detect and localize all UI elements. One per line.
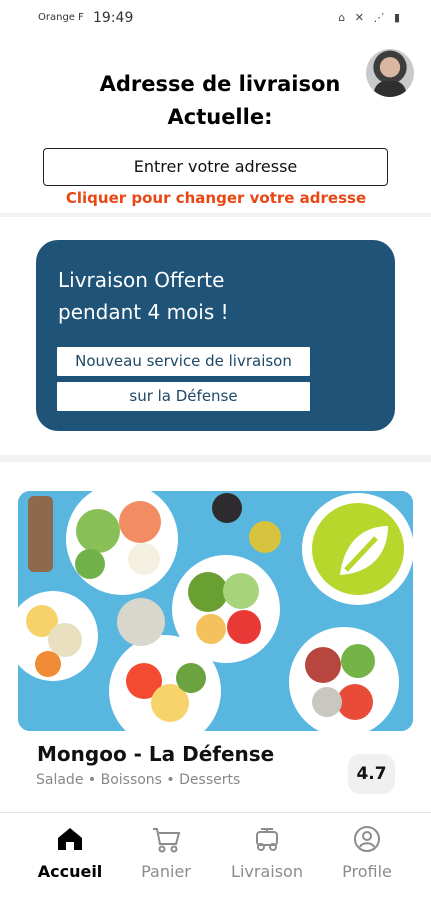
promo-banner[interactable]: Livraison Offerte pendant 4 mois ! Nouve…	[36, 240, 395, 431]
bottle	[28, 496, 53, 572]
food-illustration	[18, 491, 413, 731]
nav-cart-label: Panier	[141, 862, 191, 881]
restaurant-food-image	[18, 491, 413, 731]
profile-icon	[354, 826, 380, 852]
restaurant-name: Mongoo - La Défense	[37, 742, 275, 766]
cart-icon	[153, 828, 181, 853]
promo-title-line-1: Livraison Offerte	[58, 268, 225, 292]
nav-delivery[interactable]: Livraison	[217, 813, 317, 900]
carrier-name: Orange F	[38, 12, 84, 23]
bottom-navigation: Accueil Panier Livraison Profile	[0, 813, 431, 900]
status-icons: ⌂ ✕ ⋰ ▮	[338, 11, 403, 24]
promo-title-line-2: pendant 4 mois !	[58, 300, 229, 324]
change-address-link[interactable]: Cliquer pour changer votre adresse	[35, 186, 397, 210]
rating-badge: 4.7	[348, 754, 395, 794]
promo-location-label: sur la Défense	[57, 382, 310, 411]
title-line-2: Actuelle:	[167, 105, 273, 129]
nav-cart[interactable]: Panier	[116, 813, 216, 900]
status-bar: Orange F 19:49 ⌂ ✕ ⋰ ▮	[0, 0, 431, 38]
oil-bowl	[249, 521, 281, 553]
sauce-bowl	[212, 493, 242, 523]
title-line-1: Adresse de livraison	[99, 72, 341, 96]
nav-profile-label: Profile	[342, 862, 392, 881]
page-title: Adresse de livraison Actuelle:	[60, 68, 380, 134]
nav-home[interactable]: Accueil	[20, 813, 120, 900]
nav-delivery-label: Livraison	[231, 862, 303, 881]
divider	[0, 213, 431, 217]
nav-profile[interactable]: Profile	[317, 813, 417, 900]
brand-logo-badge	[302, 493, 413, 605]
restaurant-card[interactable]: Mongoo - La Défense Salade • Boissons • …	[18, 491, 413, 798]
nav-home-label: Accueil	[37, 862, 103, 881]
grain-dish	[117, 598, 165, 646]
address-button[interactable]: Entrer votre adresse	[43, 148, 388, 186]
delivery-robot-icon	[256, 828, 278, 851]
home-icon	[58, 828, 82, 850]
promo-title: Livraison Offerte pendant 4 mois !	[58, 264, 318, 328]
restaurant-categories: Salade • Boissons • Desserts	[36, 772, 241, 788]
promo-service-label: Nouveau service de livraison	[57, 347, 310, 376]
section-divider	[0, 455, 431, 462]
clock: 19:49	[93, 10, 134, 26]
